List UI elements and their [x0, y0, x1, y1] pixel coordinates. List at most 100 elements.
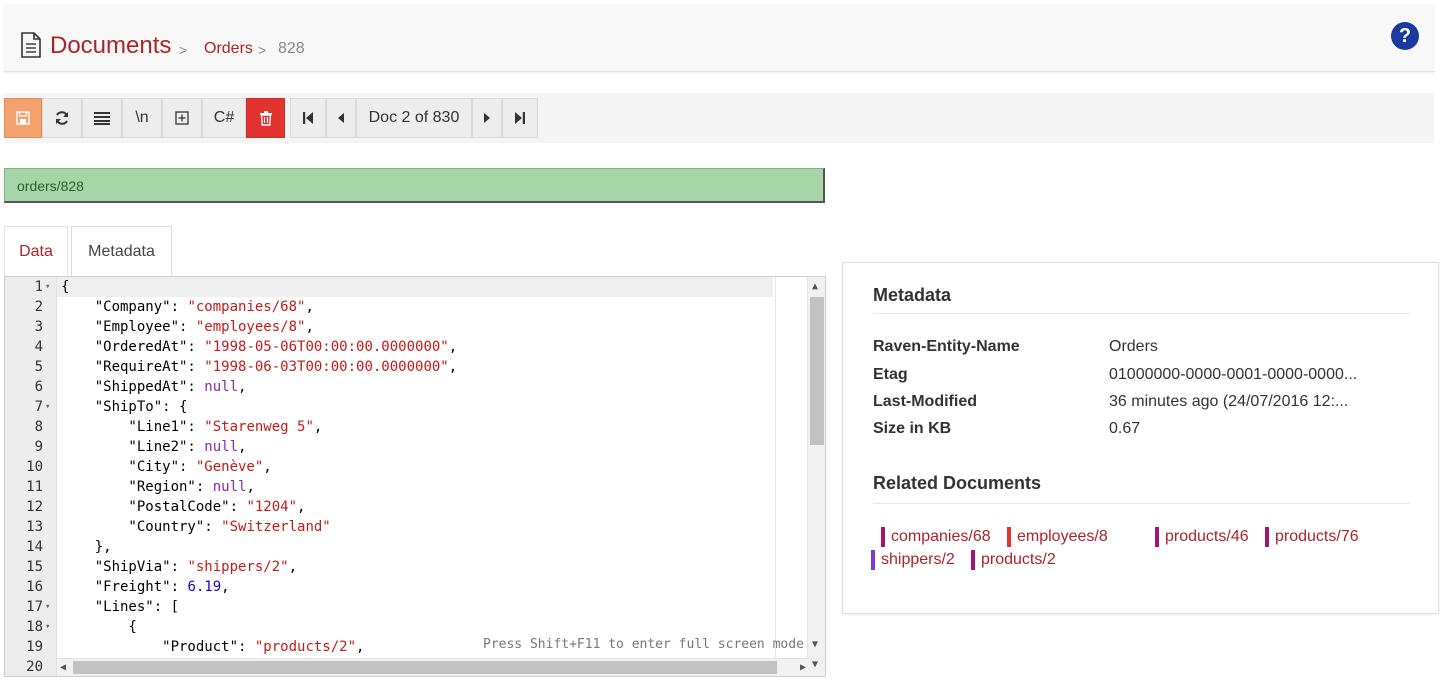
help-icon[interactable]: ? — [1391, 22, 1419, 50]
fold-toggle-icon[interactable]: ▾ — [45, 277, 50, 297]
line-number: 4 — [34, 339, 43, 355]
format-icon — [94, 112, 110, 125]
prev-icon — [338, 113, 344, 123]
delete-button[interactable] — [246, 98, 285, 138]
meta-value: 36 minutes ago (24/07/2016 12:... — [1109, 393, 1349, 410]
document-id-field[interactable]: orders/828 — [4, 168, 825, 203]
meta-key: Size in KB — [873, 420, 952, 437]
trash-icon — [259, 111, 272, 126]
print-margin — [775, 277, 776, 676]
code-text: "ShippedAt": null, — [61, 379, 247, 395]
generate-csharp-button[interactable]: C# — [202, 98, 246, 138]
code-text: "Lines": [ — [61, 599, 180, 615]
code-text: "Company": "companies/68", — [61, 299, 314, 315]
metadata-title: Metadata — [873, 285, 952, 305]
line-number: 20 — [26, 659, 43, 675]
code-text: "City": "Genève", — [61, 459, 272, 475]
meta-key: Last-Modified — [873, 393, 977, 410]
save-icon — [16, 111, 30, 125]
refresh-button[interactable] — [42, 98, 82, 138]
meta-key: Etag — [873, 366, 908, 383]
next-icon — [484, 113, 490, 123]
next-doc-button[interactable] — [472, 98, 502, 138]
fold-toggle-icon[interactable]: ▾ — [45, 597, 50, 617]
related-doc-link[interactable]: shippers/2 — [871, 550, 955, 570]
code-text: "ShipTo": { — [61, 399, 188, 415]
code-text: "Line1": "Starenweg 5", — [61, 419, 323, 435]
line-number: 5 — [34, 359, 43, 375]
format-button[interactable] — [82, 98, 122, 138]
line-number: 15 — [26, 559, 43, 575]
breadcrumb-orders[interactable]: Orders — [204, 40, 253, 58]
vertical-scrollbar[interactable]: ▲ ▼ ▼ — [807, 277, 825, 676]
breadcrumb-separator: > — [179, 42, 188, 58]
related-doc-link[interactable]: products/76 — [1265, 527, 1359, 547]
code-text: "Line2": null, — [61, 439, 247, 455]
line-number: 10 — [26, 459, 43, 475]
active-line-highlight — [57, 277, 773, 297]
tab-data[interactable]: Data — [4, 226, 68, 276]
code-text: "OrderedAt": "1998-05-06T00:00:00.000000… — [61, 339, 458, 355]
line-number: 8 — [34, 419, 43, 435]
page-header: Documents > Orders > 828 ? — [4, 4, 1434, 72]
tab-metadata[interactable]: Metadata — [71, 226, 172, 276]
breadcrumb-documents[interactable]: Documents — [50, 32, 171, 60]
related-doc-link[interactable]: employees/8 — [1007, 527, 1108, 547]
code-text: "Product": "products/2", — [61, 639, 365, 655]
doc-position-indicator: Doc 2 of 830 — [356, 98, 472, 138]
line-number: 11 — [26, 479, 43, 495]
vertical-scroll-thumb[interactable] — [810, 297, 824, 445]
related-doc-link[interactable]: products/46 — [1155, 527, 1249, 547]
expand-collapse-button[interactable] — [162, 98, 202, 138]
document-icon — [20, 32, 42, 63]
save-button[interactable] — [4, 98, 42, 138]
meta-value: 0.67 — [1109, 420, 1141, 437]
json-editor[interactable]: 1 ▾{2 "Company": "companies/68", 3 "Employ… — [4, 276, 826, 677]
scroll-down-icon[interactable]: ▼ — [812, 639, 818, 650]
related-doc-link[interactable]: companies/68 — [881, 527, 991, 547]
code-text: "RequireAt": "1998-06-03T00:00:00.000000… — [61, 359, 458, 375]
scroll-right-icon[interactable]: ▶ — [800, 662, 806, 673]
meta-key: Raven-Entity-Name — [873, 338, 1020, 355]
divider — [873, 313, 1410, 314]
line-number: 3 — [34, 319, 43, 335]
scroll-up-icon[interactable]: ▲ — [812, 281, 818, 292]
related-doc-link[interactable]: products/2 — [971, 550, 1056, 570]
toggle-newlines-button[interactable]: \n — [122, 98, 162, 138]
horizontal-scroll-thumb[interactable] — [73, 661, 777, 674]
code-text: { — [61, 619, 137, 635]
last-doc-button[interactable] — [502, 98, 538, 138]
first-doc-button[interactable] — [290, 98, 326, 138]
line-number: 6 — [34, 379, 43, 395]
code-text: "Employee": "employees/8", — [61, 319, 314, 335]
fullscreen-hint: Press Shift+F11 to enter full screen mod… — [483, 637, 804, 652]
code-text: "ShipVia": "shippers/2", — [61, 559, 298, 575]
line-number: 9 — [34, 439, 43, 455]
code-text: "PostalCode": "1204", — [61, 499, 306, 515]
meta-value: Orders — [1109, 338, 1158, 355]
metadata-panel: Metadata Raven-Entity-Name Orders Etag 0… — [842, 262, 1439, 614]
line-number: 19 — [26, 639, 43, 655]
breadcrumb-separator: > — [258, 42, 267, 58]
line-number: 13 — [26, 519, 43, 535]
line-number: 7 — [34, 399, 43, 415]
scroll-corner-down-icon[interactable]: ▼ — [812, 659, 818, 670]
meta-value: 01000000-0000-0001-0000-0000... — [1109, 366, 1358, 383]
line-number: 17 — [26, 599, 43, 615]
fold-toggle-icon[interactable]: ▾ — [45, 617, 50, 637]
line-number: 18 — [26, 619, 43, 635]
code-text: "Region": null, — [61, 479, 255, 495]
fold-toggle-icon[interactable]: ▾ — [45, 397, 50, 417]
line-number: 1 — [34, 279, 43, 295]
refresh-icon — [56, 111, 68, 125]
line-number: 12 — [26, 499, 43, 515]
line-number: 2 — [34, 299, 43, 315]
code-text: }, — [61, 539, 112, 555]
line-number: 14 — [26, 539, 43, 555]
code-text: "Freight": 6.19, — [61, 579, 230, 595]
line-number: 16 — [26, 579, 43, 595]
previous-doc-button[interactable] — [326, 98, 356, 138]
scroll-left-icon[interactable]: ◀ — [60, 662, 66, 673]
horizontal-scrollbar[interactable]: ◀ ▶ — [57, 658, 809, 676]
last-icon — [515, 112, 525, 124]
